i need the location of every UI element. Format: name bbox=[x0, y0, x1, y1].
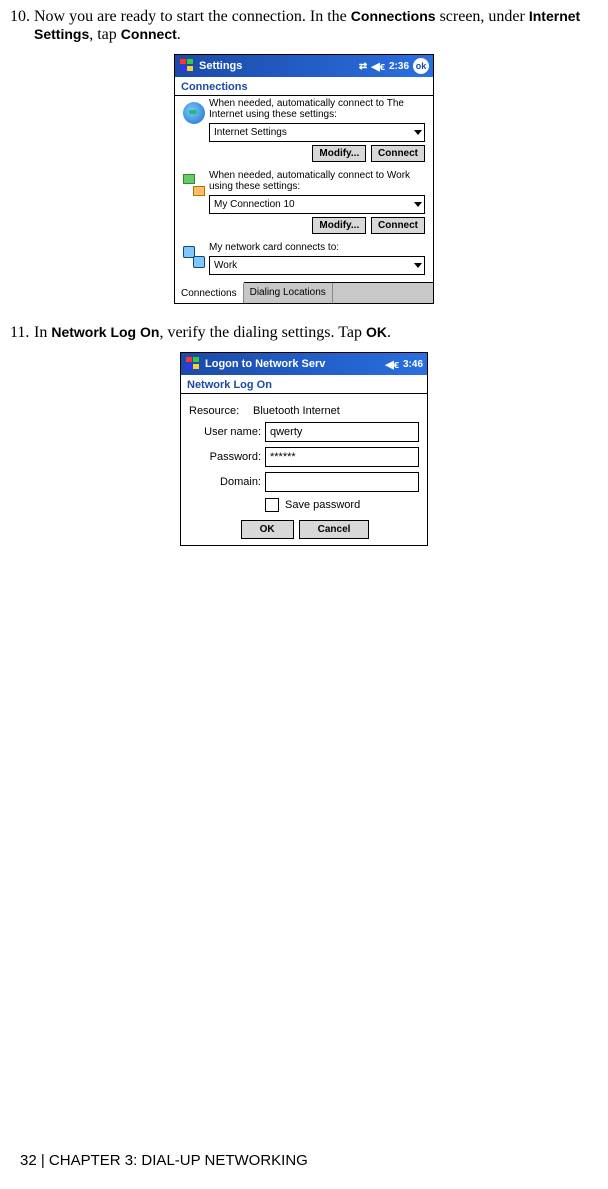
dropdown-value: Work bbox=[214, 260, 414, 271]
password-row: Password: bbox=[189, 447, 419, 467]
figure-connections: Settings ⇄ ◀ϵ 2:36 ok Connections When n… bbox=[10, 54, 598, 304]
globe-icon bbox=[183, 102, 205, 124]
step-text: In Network Log On, verify the dialing se… bbox=[34, 324, 598, 342]
tab-dialing-locations[interactable]: Dialing Locations bbox=[244, 283, 333, 303]
card-label: My network card connects to: bbox=[209, 242, 425, 253]
internet-label: When needed, automatically connect to Th… bbox=[209, 98, 425, 120]
network-card-icon bbox=[183, 246, 205, 268]
kw-connections: Connections bbox=[351, 8, 436, 24]
internet-section: When needed, automatically connect to Th… bbox=[179, 98, 429, 168]
domain-row: Domain: bbox=[189, 472, 419, 492]
dropdown-value: Internet Settings bbox=[214, 127, 414, 138]
section-title: Connections bbox=[175, 77, 433, 95]
dropdown-value: My Connection 10 bbox=[214, 199, 414, 210]
ok-button[interactable]: OK bbox=[241, 520, 294, 539]
text: In bbox=[34, 324, 51, 341]
domain-field[interactable] bbox=[265, 472, 419, 492]
step-10: 10. Now you are ready to start the conne… bbox=[10, 8, 598, 44]
chevron-down-icon bbox=[414, 202, 422, 207]
work-connect-button[interactable]: Connect bbox=[371, 217, 425, 234]
save-password-row[interactable]: Save password bbox=[265, 498, 419, 512]
step-number: 10. bbox=[10, 8, 34, 44]
clock: 3:46 bbox=[403, 359, 423, 370]
page-footer: 32 | CHAPTER 3: DIAL-UP NETWORKING bbox=[20, 1152, 308, 1169]
work-modify-button[interactable]: Modify... bbox=[312, 217, 366, 234]
network-card-section: My network card connects to: Work bbox=[179, 242, 429, 278]
section-title: Network Log On bbox=[181, 375, 427, 393]
resource-row: Resource: Bluetooth Internet bbox=[189, 405, 419, 417]
internet-connect-button[interactable]: Connect bbox=[371, 145, 425, 162]
password-label: Password: bbox=[189, 451, 265, 463]
volume-icon[interactable]: ◀ϵ bbox=[371, 60, 385, 73]
window-title: Logon to Network Serv bbox=[205, 358, 385, 370]
kw-ok: OK bbox=[366, 324, 387, 340]
pocketpc-window: Settings ⇄ ◀ϵ 2:36 ok Connections When n… bbox=[174, 54, 434, 304]
title-bar: Settings ⇄ ◀ϵ 2:36 ok bbox=[175, 55, 433, 77]
text: , verify the dialing settings. Tap bbox=[159, 324, 366, 341]
tab-connections[interactable]: Connections bbox=[175, 282, 244, 303]
text: . bbox=[177, 26, 181, 43]
username-label: User name: bbox=[189, 426, 265, 438]
internet-modify-button[interactable]: Modify... bbox=[312, 145, 366, 162]
resource-value: Bluetooth Internet bbox=[253, 405, 340, 417]
chevron-down-icon bbox=[414, 130, 422, 135]
title-bar: Logon to Network Serv ◀ϵ 3:46 bbox=[181, 353, 427, 375]
connectivity-icon[interactable]: ⇄ bbox=[359, 61, 367, 72]
work-section: When needed, automatically connect to Wo… bbox=[179, 170, 429, 240]
step-11: 11. In Network Log On, verify the dialin… bbox=[10, 324, 598, 342]
windows-flag-icon[interactable] bbox=[179, 58, 195, 74]
volume-icon[interactable]: ◀ϵ bbox=[385, 358, 399, 371]
pocketpc-window: Logon to Network Serv ◀ϵ 3:46 Network Lo… bbox=[180, 352, 428, 546]
text: screen, under bbox=[436, 8, 529, 25]
kw-connect: Connect bbox=[121, 26, 177, 42]
windows-flag-icon[interactable] bbox=[185, 356, 201, 372]
domain-label: Domain: bbox=[189, 476, 265, 488]
clock: 2:36 bbox=[389, 61, 409, 72]
text: Now you are ready to start the connectio… bbox=[34, 8, 351, 25]
work-connection-dropdown[interactable]: My Connection 10 bbox=[209, 195, 425, 214]
figure-network-logon: Logon to Network Serv ◀ϵ 3:46 Network Lo… bbox=[10, 352, 598, 546]
cancel-button[interactable]: Cancel bbox=[299, 520, 370, 539]
password-field[interactable] bbox=[265, 447, 419, 467]
network-icon bbox=[183, 174, 205, 196]
save-password-checkbox[interactable] bbox=[265, 498, 279, 512]
window-title: Settings bbox=[199, 60, 359, 72]
resource-label: Resource: bbox=[189, 405, 253, 417]
work-label: When needed, automatically connect to Wo… bbox=[209, 170, 425, 192]
text: , tap bbox=[89, 26, 121, 43]
ok-button[interactable]: ok bbox=[413, 58, 429, 74]
chevron-down-icon bbox=[414, 263, 422, 268]
username-field[interactable] bbox=[265, 422, 419, 442]
bottom-tabs: Connections Dialing Locations bbox=[175, 282, 433, 303]
username-row: User name: bbox=[189, 422, 419, 442]
save-password-label: Save password bbox=[285, 499, 360, 511]
text: . bbox=[387, 324, 391, 341]
step-number: 11. bbox=[10, 324, 34, 342]
step-text: Now you are ready to start the connectio… bbox=[34, 8, 598, 44]
network-card-dropdown[interactable]: Work bbox=[209, 256, 425, 275]
kw-network-log-on: Network Log On bbox=[51, 324, 159, 340]
internet-settings-dropdown[interactable]: Internet Settings bbox=[209, 123, 425, 142]
